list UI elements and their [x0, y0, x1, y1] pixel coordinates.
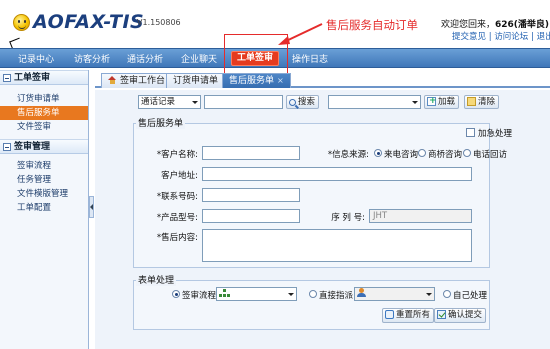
phone-field[interactable] [202, 188, 300, 202]
source-radio-phone-inquiry[interactable] [374, 149, 382, 157]
clear-button-label: 清除 [478, 97, 496, 107]
source-option-label: 来电咨询 [384, 150, 419, 160]
submit-button[interactable]: 确认提交 [434, 308, 487, 323]
chevron-down-icon [423, 288, 434, 300]
tab-label: 签审工作台 [120, 76, 166, 86]
sidebar-item-approval-flow[interactable]: 签审流程 [0, 159, 88, 173]
main-panel: 通话记录 搜索 加载 清除 售后服务单 加急处理 *客户名称: *信息来源: 来… [95, 90, 550, 349]
close-icon[interactable]: × [277, 74, 284, 88]
chevron-down-icon [409, 96, 420, 108]
process-option-label: 自己处理 [453, 291, 488, 301]
record-type-value: 通话记录 [141, 97, 176, 107]
search-input[interactable] [204, 95, 283, 109]
sidebar-item-template-management[interactable]: 文件模版管理 [0, 187, 88, 201]
product-model-label: *产品型号: [156, 213, 198, 223]
header-links: 提交意见 | 访问论坛 | 退出 [452, 30, 550, 42]
source-radio-callback[interactable] [463, 149, 471, 157]
search-icon [289, 99, 296, 106]
annotation-arrow-icon [278, 23, 323, 45]
sidebar-item-file-approval[interactable]: 文件签审 [0, 120, 88, 134]
confirm-icon [437, 310, 446, 319]
process-option-label: 签审流程 [182, 291, 217, 301]
tab-workbench[interactable]: 签审工作台 [101, 73, 173, 88]
sidebar-item-task-management[interactable]: 任务管理 [0, 173, 88, 187]
reset-button-label: 重置所有 [396, 310, 431, 320]
urgent-checkbox[interactable] [466, 128, 475, 137]
smiley-logo-icon [13, 14, 30, 31]
home-icon [108, 76, 117, 84]
load-button[interactable]: 加载 [424, 95, 460, 109]
logout-link[interactable]: 退出 [537, 32, 550, 42]
info-source-label: *信息来源: [327, 150, 369, 160]
sidebar-item-order-request[interactable]: 订货申请单 [0, 92, 88, 106]
annotation-label: 售后服务自动订单 [326, 18, 418, 32]
service-content-textarea[interactable] [202, 229, 472, 262]
clear-button[interactable]: 清除 [464, 95, 500, 109]
load-button-label: 加载 [438, 97, 456, 107]
process-radio-approval-flow[interactable] [172, 290, 180, 298]
sidebar-item-ticket-config[interactable]: 工单配置 [0, 201, 88, 215]
chevron-down-icon [285, 288, 296, 300]
tab-label: 订货申请单 [173, 76, 219, 86]
sidebar-item-service-order[interactable]: 售后服务单 [0, 106, 88, 120]
service-content-label: *售后内容: [156, 233, 198, 243]
sidebar-section-ticket-approval[interactable]: 工单签审 [0, 70, 88, 85]
product-model-field[interactable] [202, 209, 300, 223]
nav-record-center[interactable]: 记录中心 [18, 52, 54, 66]
form-process-legend: 表单处理 [136, 273, 177, 286]
feedback-link[interactable]: 提交意见 [452, 32, 486, 42]
record-type-select[interactable]: 通话记录 [138, 95, 201, 109]
reset-icon [385, 310, 394, 319]
approval-flow-select[interactable] [216, 287, 297, 301]
welcome-message: 欢迎您回来，626(潘举良) [441, 17, 549, 30]
sidebar-section-title: 工单签审 [14, 73, 51, 83]
urgent-label: 加急处理 [478, 129, 513, 139]
assignee-select[interactable] [354, 287, 435, 301]
collapse-icon[interactable] [3, 143, 11, 151]
tab-order-request[interactable]: 订货申请单 [166, 73, 226, 88]
customer-name-label: *客户名称: [156, 150, 198, 160]
nav-call-analysis[interactable]: 通话分析 [127, 52, 163, 66]
collapse-icon[interactable] [3, 74, 11, 82]
tab-bar: 签审工作台 订货申请单 售后服务单 × [95, 72, 550, 88]
customer-name-field[interactable] [202, 146, 300, 160]
serial-number-label: 序 列 号: [331, 213, 365, 223]
address-field[interactable] [202, 167, 472, 181]
nav-operation-log[interactable]: 操作日志 [292, 52, 328, 66]
process-radio-direct-assign[interactable] [309, 290, 317, 298]
search-button[interactable]: 搜索 [286, 95, 320, 109]
current-user: 626(潘举良) [495, 20, 550, 30]
filter-select[interactable] [328, 95, 421, 109]
serial-number-field[interactable]: JHT [369, 209, 472, 223]
process-radio-self-handle[interactable] [443, 290, 451, 298]
nav-enterprise-chat[interactable]: 企业聊天 [181, 52, 217, 66]
sidebar-section-approval-management[interactable]: 签审管理 [0, 139, 88, 154]
eraser-icon [467, 97, 476, 106]
app-version: V1.150806 [137, 18, 181, 27]
app-logo: AOFAX-TIS [33, 11, 145, 33]
submit-button-label: 确认提交 [448, 310, 483, 320]
add-icon [427, 95, 437, 107]
chevron-down-icon [189, 96, 200, 108]
search-button-label: 搜索 [298, 97, 316, 107]
user-icon [357, 288, 366, 297]
forum-link[interactable]: 访问论坛 [494, 32, 528, 42]
process-option-label: 直接指派 [319, 291, 354, 301]
source-option-label: 电话回访 [473, 150, 508, 160]
source-option-label: 商桥咨询 [428, 150, 463, 160]
left-sidebar: 工单签审 订货申请单 售后服务单 文件签审 签审管理 签审流程 任务管理 文件模… [0, 70, 89, 349]
address-label: 客户地址: [161, 171, 198, 181]
phone-label: *联系号码: [156, 192, 198, 202]
tab-label: 售后服务单 [229, 76, 275, 86]
welcome-prefix: 欢迎您回来， [441, 20, 496, 30]
nav-visitor-analysis[interactable]: 访客分析 [74, 52, 110, 66]
sidebar-section-title: 签审管理 [14, 142, 51, 152]
tab-service-order[interactable]: 售后服务单 × [222, 73, 291, 88]
sidebar-toggle-handle[interactable] [89, 196, 94, 218]
reset-all-button[interactable]: 重置所有 [382, 308, 435, 323]
flowchart-icon [219, 289, 230, 297]
service-order-legend: 售后服务单 [136, 116, 186, 129]
source-radio-shangqiao[interactable] [418, 149, 426, 157]
